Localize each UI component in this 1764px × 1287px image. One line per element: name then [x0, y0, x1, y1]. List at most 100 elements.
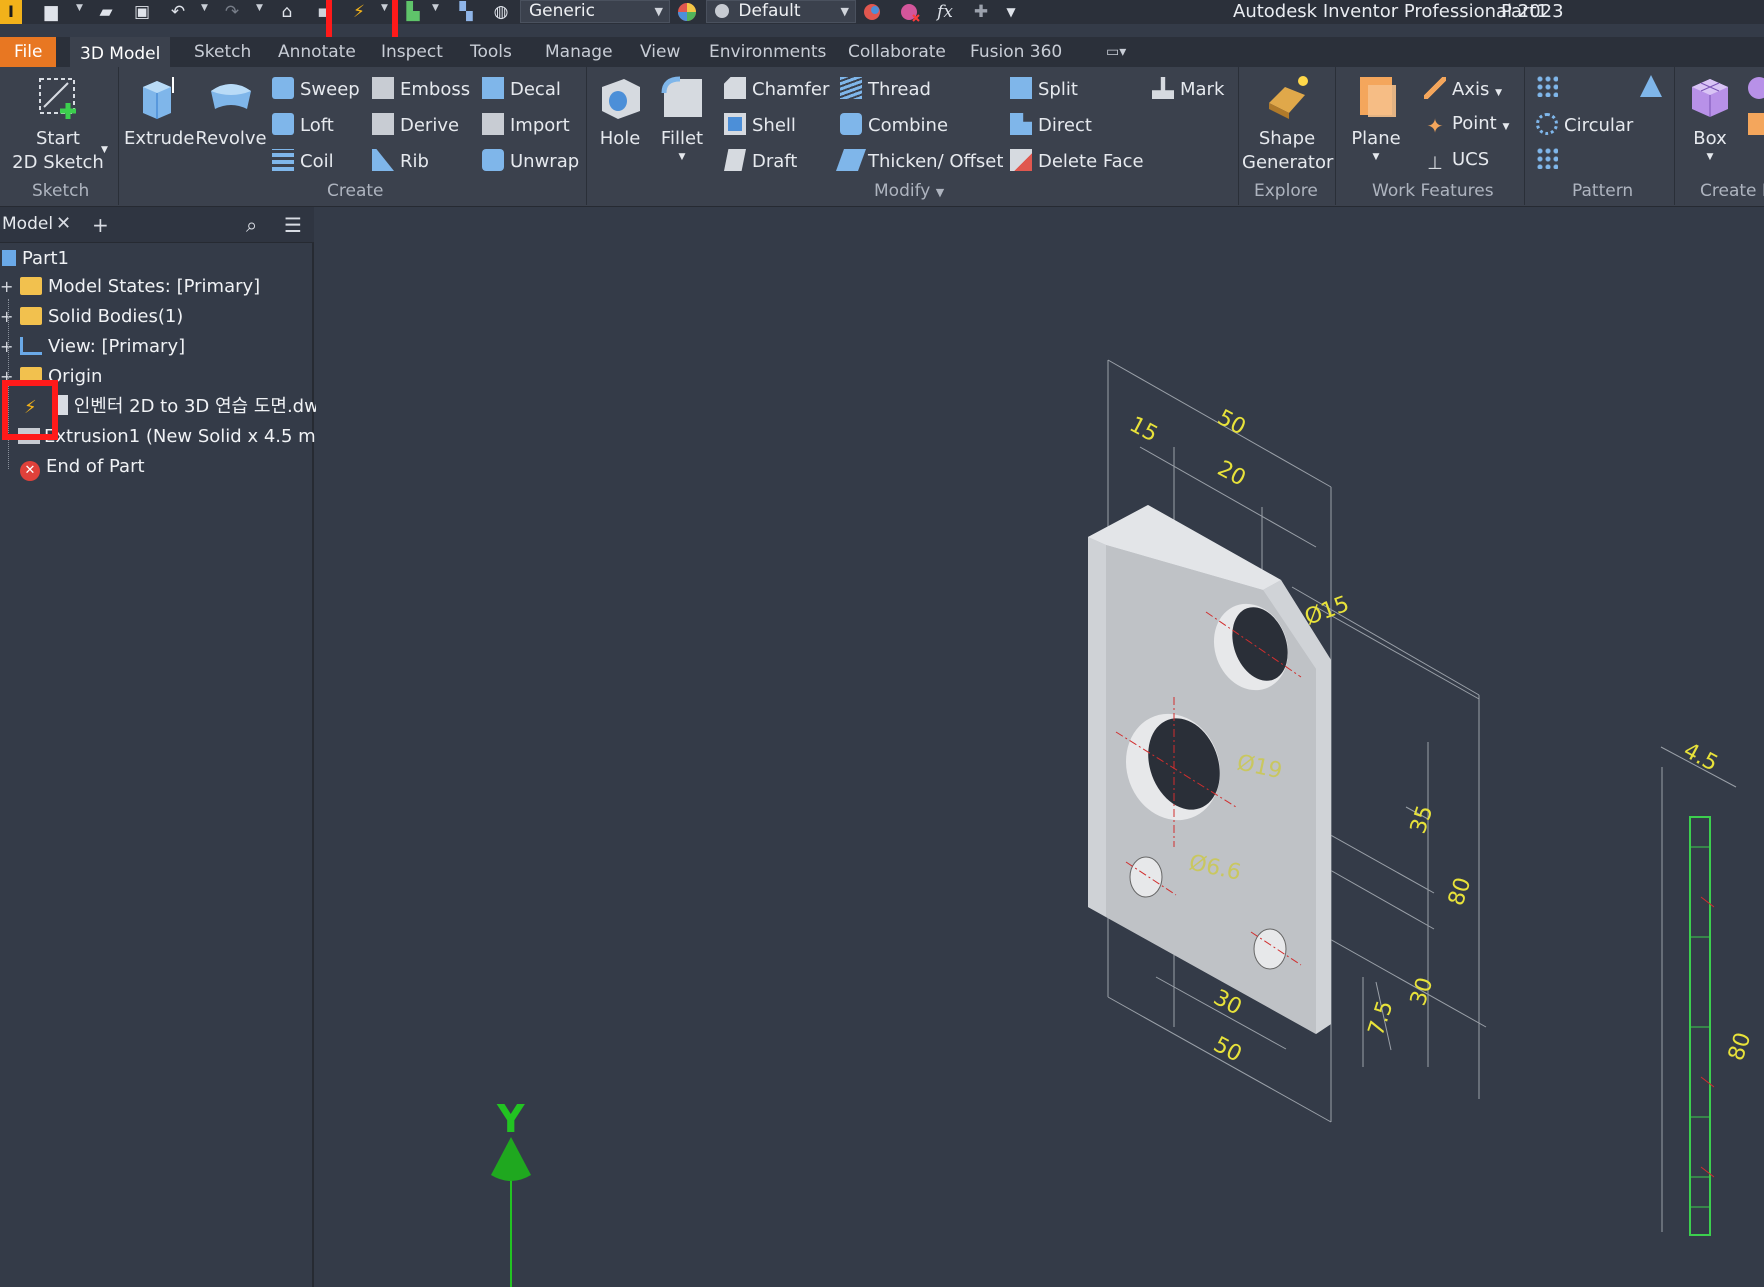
browser-menu-icon[interactable]: ☰ — [284, 213, 302, 237]
tab-collaborate[interactable]: Collaborate — [838, 37, 956, 67]
material-checker-icon[interactable]: ◍ — [490, 2, 512, 22]
extrude-button[interactable]: Extrude — [124, 73, 194, 151]
undo-dropdown-chevron-icon[interactable]: ▼ — [201, 3, 208, 13]
combine-button[interactable]: Combine — [840, 113, 948, 136]
tab-tools[interactable]: Tools — [460, 37, 522, 67]
fillet-dropdown-chevron-icon[interactable]: ▼ — [654, 151, 710, 163]
open-folder-icon[interactable]: ▰ — [95, 2, 117, 22]
circular-pattern-button[interactable]: Circular — [1536, 113, 1633, 136]
save-icon[interactable]: ▣ — [131, 2, 153, 22]
dim-7-5[interactable]: 7.5 — [1364, 998, 1399, 1039]
undo-icon[interactable]: ↶ — [167, 2, 189, 22]
shell-button[interactable]: Shell — [724, 113, 796, 136]
hole-button[interactable]: Hole — [592, 73, 648, 151]
browser-tab-model[interactable]: Model — [2, 214, 53, 234]
sweep-button[interactable]: Sweep — [272, 77, 360, 100]
search-icon[interactable]: ⌕ — [246, 213, 257, 237]
shape-generator-button[interactable]: Shape Generator — [1242, 73, 1333, 175]
sketch-driven-pattern-button[interactable] — [1536, 147, 1564, 170]
tab-sketch[interactable]: Sketch — [184, 37, 261, 67]
freeform-other-button[interactable] — [1748, 113, 1764, 136]
plane-dropdown-chevron-icon[interactable]: ▼ — [1340, 151, 1412, 163]
material-select[interactable]: Generic ▼ — [520, 0, 670, 23]
decal-button[interactable]: Decal — [482, 77, 561, 100]
point-button[interactable]: ✦ Point ▼ — [1424, 113, 1510, 137]
chamfer-button[interactable]: Chamfer — [724, 77, 829, 100]
add-browser-tab-icon[interactable]: + — [92, 213, 109, 237]
box-dropdown-chevron-icon[interactable]: ▼ — [1680, 151, 1740, 163]
tab-3d-model[interactable]: 3D Model — [70, 37, 171, 67]
dim-30-right[interactable]: 30 — [1406, 974, 1438, 1008]
freeform-sphere-button[interactable] — [1748, 77, 1764, 100]
tab-manage[interactable]: Manage — [535, 37, 623, 67]
import-button[interactable]: Import — [482, 113, 570, 136]
loft-button[interactable]: Loft — [272, 113, 334, 136]
part-body[interactable] — [1088, 505, 1331, 1034]
clear-appearance-icon[interactable] — [898, 2, 920, 22]
customize-qat-chevron-icon[interactable]: ▼ — [1000, 2, 1022, 22]
dim-80-side[interactable]: 80 — [1724, 1029, 1756, 1063]
tab-view[interactable]: View — [630, 37, 690, 67]
graphics-viewport[interactable]: 50 15 20 Ø15 Ø19 Ø6.6 35 80 30 7.5 30 50… — [316, 207, 1764, 1287]
direct-button[interactable]: Direct — [1010, 113, 1092, 136]
coil-button[interactable]: Coil — [272, 149, 334, 172]
tab-fusion-360[interactable]: Fusion 360 — [960, 37, 1072, 67]
axis-dropdown-chevron-icon[interactable]: ▼ — [1495, 88, 1502, 98]
adjust-appearance-icon[interactable] — [861, 2, 883, 22]
select-icon[interactable]: ▙ — [402, 2, 424, 22]
mark-button[interactable]: Mark — [1152, 77, 1224, 100]
tab-environments[interactable]: Environments — [699, 37, 836, 67]
mirror-button[interactable] — [1640, 75, 1668, 98]
dim-80[interactable]: 80 — [1444, 874, 1476, 908]
tree-item-model-states[interactable]: + Model States: [Primary] — [0, 273, 260, 301]
expand-plus-icon[interactable]: + — [0, 333, 13, 361]
tree-item-view[interactable]: + View: [Primary] — [0, 333, 185, 361]
dim-50-top[interactable]: 50 — [1213, 405, 1249, 440]
fillet-button[interactable]: Fillet ▼ — [654, 73, 710, 163]
tree-item-part1[interactable]: Part1 — [2, 245, 69, 273]
split-button[interactable]: Split — [1010, 77, 1078, 100]
dim-4-5[interactable]: 4.5 — [1679, 738, 1722, 777]
tab-file[interactable]: File — [0, 37, 57, 67]
derive-button[interactable]: Derive — [372, 113, 459, 136]
tab-inspect[interactable]: Inspect — [371, 37, 453, 67]
axis-button[interactable]: Axis ▼ — [1424, 77, 1502, 100]
new-file-icon[interactable]: ▆ — [40, 2, 62, 22]
box-button[interactable]: Box ▼ — [1680, 73, 1740, 163]
new-dropdown-chevron-icon[interactable]: ▼ — [76, 3, 83, 13]
revolve-button[interactable]: Revolve — [195, 73, 267, 151]
dim-15[interactable]: 15 — [1125, 412, 1161, 447]
expand-plus-icon[interactable]: + — [0, 273, 13, 301]
parameters-fx-icon[interactable]: fx — [934, 2, 956, 22]
thicken-offset-button[interactable]: Thicken/ Offset — [835, 149, 1003, 172]
add-icon[interactable]: ✚ — [970, 2, 992, 22]
point-dropdown-chevron-icon[interactable]: ▼ — [1502, 122, 1509, 132]
model-states-icon[interactable]: ▚ — [455, 2, 477, 22]
draft-button[interactable]: Draft — [724, 149, 797, 172]
unwrap-button[interactable]: Unwrap — [482, 149, 579, 172]
dim-50-bottom[interactable]: 50 — [1209, 1032, 1245, 1067]
ribbon-display-options-icon[interactable]: ▭▾ — [1096, 37, 1136, 67]
panel-title-modify[interactable]: Modify ▼ — [874, 181, 944, 201]
rib-button[interactable]: Rib — [372, 149, 429, 172]
plane-button[interactable]: Plane ▼ — [1340, 73, 1412, 163]
dim-35[interactable]: 35 — [1406, 802, 1438, 836]
rectangular-pattern-button[interactable] — [1536, 75, 1564, 98]
side-view-plate[interactable] — [1689, 816, 1715, 1236]
select-dropdown-chevron-icon[interactable]: ▼ — [432, 3, 439, 13]
emboss-button[interactable]: Emboss — [372, 77, 470, 100]
start-2d-sketch-button[interactable]: Start 2D Sketch — [8, 73, 108, 175]
close-icon[interactable]: ✕ — [56, 213, 71, 234]
thread-button[interactable]: Thread — [840, 77, 931, 100]
home-icon[interactable]: ⌂ — [276, 2, 298, 22]
ucs-button[interactable]: ⊥ UCS — [1424, 149, 1489, 175]
tree-item-solid-bodies[interactable]: + Solid Bodies(1) — [0, 303, 183, 331]
sketch-dropdown-chevron-icon[interactable]: ▼ — [101, 145, 108, 155]
tab-annotate[interactable]: Annotate — [268, 37, 366, 67]
appearance-select[interactable]: Default ▼ — [706, 0, 856, 23]
tree-item-end-of-part[interactable]: ✕ End of Part — [0, 453, 145, 481]
dim-dia-15[interactable]: Ø15 — [1302, 592, 1353, 631]
delete-face-button[interactable]: Delete Face — [1010, 149, 1144, 172]
dim-20[interactable]: 20 — [1213, 456, 1249, 491]
expand-plus-icon[interactable]: + — [0, 303, 13, 331]
